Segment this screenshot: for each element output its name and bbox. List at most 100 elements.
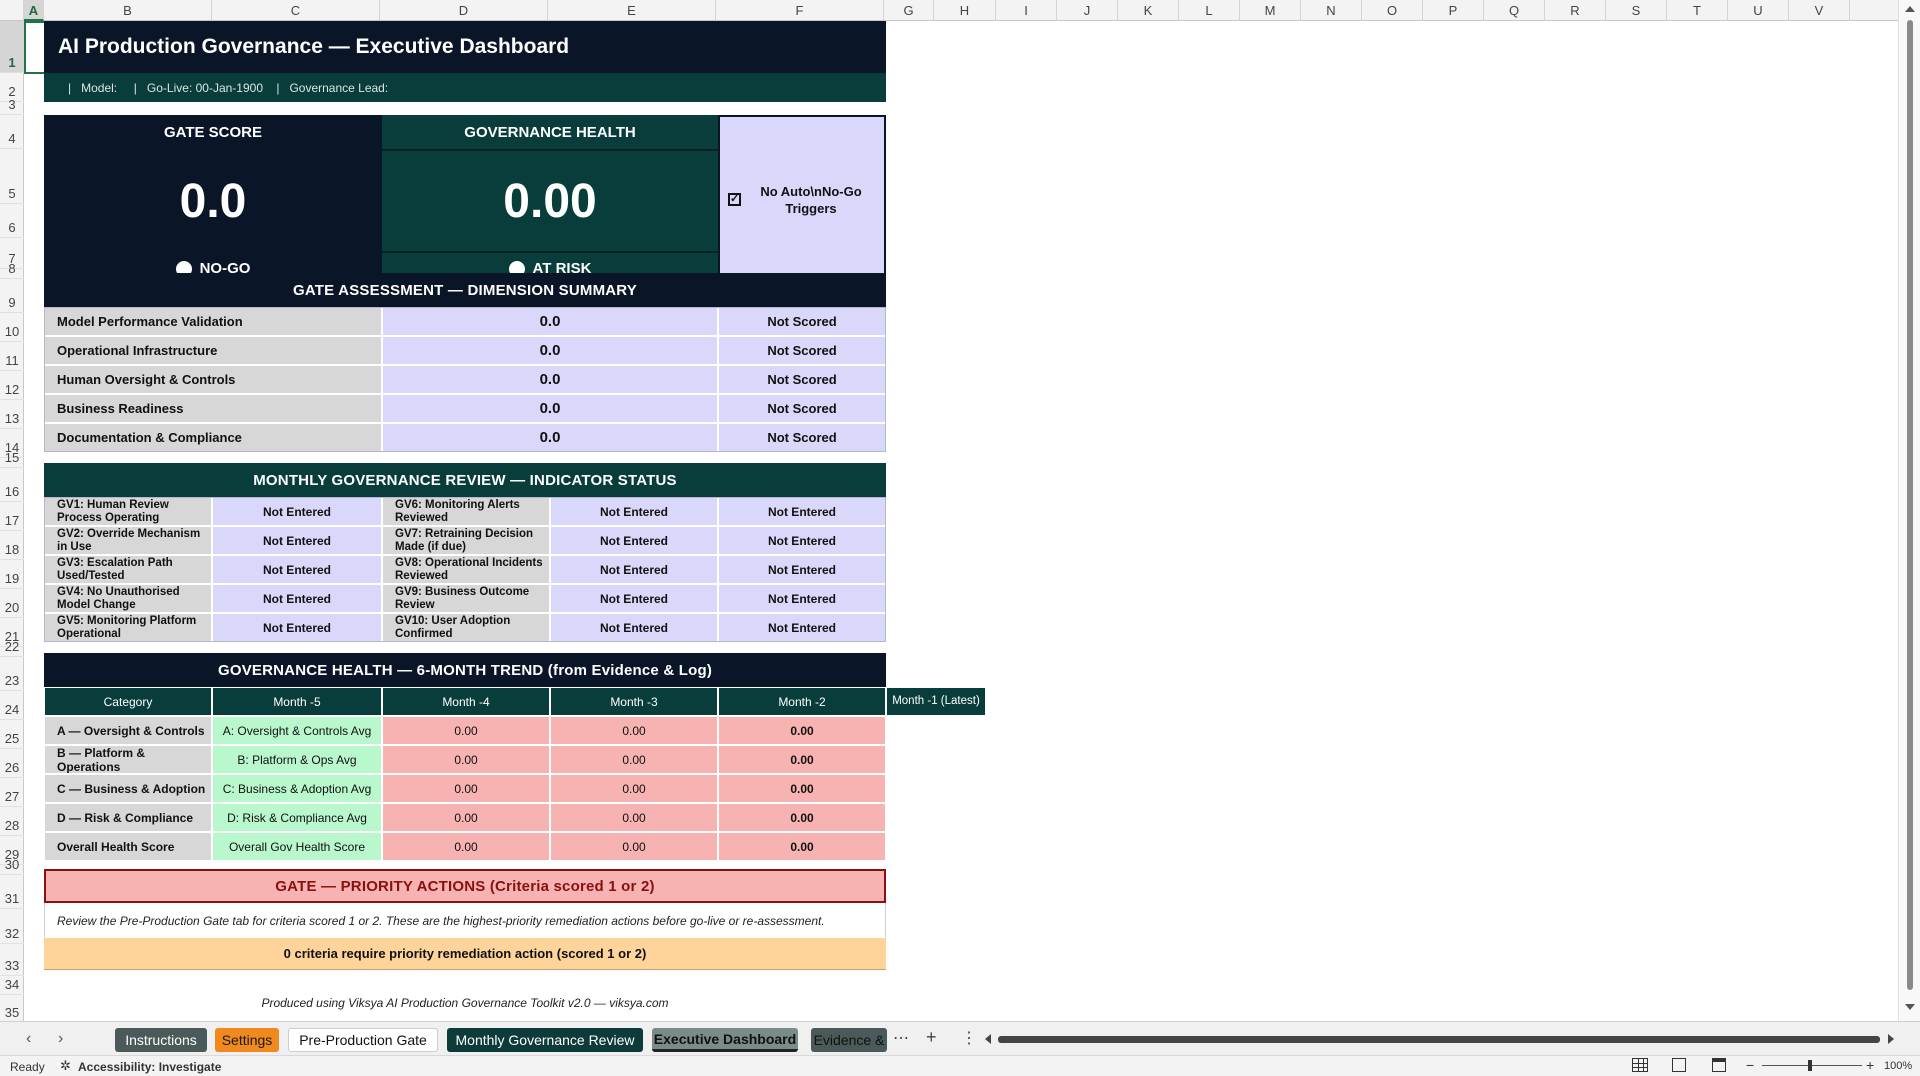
row-header-13[interactable]: 13 [0,400,24,429]
hscroll-right-icon[interactable] [1888,1034,1894,1044]
indicator-left-label: GV4: No Unauthorised Model Change [44,584,212,613]
column-header-g[interactable]: G [884,0,934,21]
normal-view-icon[interactable] [1632,1058,1648,1072]
column-header-e[interactable]: E [548,0,716,21]
row-header-8[interactable]: 8 [0,261,24,279]
row-header-25[interactable]: 25 [0,720,24,749]
scroll-thumb[interactable] [1907,20,1913,990]
footer-credit: Produced using Viksya AI Production Gove… [261,996,669,1010]
zoom-in-icon[interactable]: + [1866,1057,1874,1073]
column-header-u[interactable]: U [1728,0,1789,21]
zoom-slider-handle[interactable] [1808,1060,1812,1071]
row-header-17[interactable]: 17 [0,502,24,531]
checkbox-checked-icon: ✓ [728,193,741,206]
trend-month-5: B: Platform & Ops Avg [212,745,382,774]
row-header-34[interactable]: 34 [0,976,24,995]
column-header-n[interactable]: N [1301,0,1362,21]
row-header-33[interactable]: 33 [0,944,24,976]
tab-settings[interactable]: Settings [215,1028,279,1052]
select-all-corner[interactable] [0,0,24,21]
tab-instructions[interactable]: Instructions [115,1028,207,1052]
tab-monthly-governance-review[interactable]: Monthly Governance Review [447,1028,643,1052]
zoom-out-icon[interactable]: − [1746,1057,1754,1073]
vertical-scrollbar[interactable] [1898,0,1920,1021]
gate-row-status: Not Scored [718,365,886,394]
scroll-down-icon[interactable] [1905,1004,1915,1010]
page-layout-icon[interactable] [1672,1058,1686,1072]
row-header-30[interactable]: 30 [0,857,24,875]
column-header-s[interactable]: S [1606,0,1667,21]
gate-row-score: 0.0 [382,423,718,452]
row-header-24[interactable]: 24 [0,691,24,720]
row-header-31[interactable]: 31 [0,875,24,909]
accessibility-icon[interactable]: ✲ [60,1058,71,1074]
trend-month-3: 0.00 [550,832,718,861]
tab-next-icon[interactable]: › [58,1030,63,1048]
tab-evidence[interactable]: Evidence & [811,1028,887,1052]
add-sheet-icon[interactable]: + [926,1027,937,1048]
tab-options-icon[interactable]: ⋮ [961,1028,977,1048]
row-header-23[interactable]: 23 [0,657,24,691]
indicator-extra-status: Not Entered [718,555,886,584]
tab-executive-dashboard[interactable]: Executive Dashboard [652,1028,798,1052]
row-header-16[interactable]: 16 [0,468,24,502]
zoom-level[interactable]: 100% [1884,1060,1912,1072]
row-header-bar: 1 2 3 4 5 6 7 8 9 10 11 12 13 14 15 16 17 18 19 20 21 22 23 24 2… [0,21,24,1023]
row-header-19[interactable]: 19 [0,560,24,589]
row-header-20[interactable]: 20 [0,589,24,618]
row-header-5[interactable]: 5 [0,149,24,204]
row-header-22[interactable]: 22 [0,639,24,657]
column-header-o[interactable]: O [1362,0,1423,21]
gate-row-label: Business Readiness [44,394,382,423]
priority-title: GATE — PRIORITY ACTIONS (Criteria scored… [44,869,886,903]
sheet-grid[interactable]: AI Production Governance — Executive Das… [24,21,1898,1021]
trend-month-2: 0.00 [718,745,886,774]
column-header-l[interactable]: L [1179,0,1240,21]
column-header-t[interactable]: T [1667,0,1728,21]
scroll-up-icon[interactable] [1905,6,1915,12]
column-header-h[interactable]: H [934,0,996,21]
column-header-a[interactable]: A [24,0,44,21]
row-header-32[interactable]: 32 [0,909,24,944]
row-header-10[interactable]: 10 [0,313,24,342]
hscroll-left-icon[interactable] [985,1034,991,1044]
horizontal-scroll-thumb[interactable] [998,1036,1880,1043]
column-header-m[interactable]: M [1240,0,1301,21]
column-header-b[interactable]: B [44,0,212,21]
row-header-28[interactable]: 28 [0,807,24,836]
row-header-4[interactable]: 4 [0,115,24,149]
column-header-f[interactable]: F [716,0,884,21]
column-header-d[interactable]: D [380,0,548,21]
row-header-6[interactable]: 6 [0,204,24,238]
row-header-1[interactable]: 1 [0,21,24,73]
row-header-27[interactable]: 27 [0,778,24,807]
column-header-j[interactable]: J [1057,0,1118,21]
trend-month-2: 0.00 [718,832,886,861]
column-header-k[interactable]: K [1118,0,1179,21]
row-header-26[interactable]: 26 [0,749,24,778]
row-header-3[interactable]: 3 [0,97,24,115]
zoom-slider[interactable] [1762,1065,1862,1066]
indicator-right-label: GV8: Operational Incidents Reviewed [382,555,550,584]
accessibility-status[interactable]: Accessibility: Investigate [78,1060,221,1074]
column-header-q[interactable]: Q [1484,0,1545,21]
indicator-right-label: GV9: Business Outcome Review [382,584,550,613]
trend-category: C — Business & Adoption [44,774,212,803]
column-header-p[interactable]: P [1423,0,1484,21]
row-header-12[interactable]: 12 [0,371,24,400]
selected-cell-a1[interactable] [24,21,46,74]
tab-prev-icon[interactable]: ‹ [26,1030,31,1048]
column-header-r[interactable]: R [1545,0,1606,21]
indicator-right-status: Not Entered [550,555,718,584]
row-header-35[interactable]: 35 [0,995,24,1023]
tab-pre-production-gate[interactable]: Pre-Production Gate [288,1028,438,1052]
row-header-9[interactable]: 9 [0,279,24,313]
page-break-icon[interactable] [1712,1058,1726,1072]
row-header-18[interactable]: 18 [0,531,24,560]
column-header-c[interactable]: C [212,0,380,21]
row-header-11[interactable]: 11 [0,342,24,371]
column-header-i[interactable]: I [996,0,1057,21]
column-header-v[interactable]: V [1789,0,1850,21]
more-tabs-icon[interactable]: ⋯ [893,1028,909,1048]
row-header-15[interactable]: 15 [0,450,24,468]
